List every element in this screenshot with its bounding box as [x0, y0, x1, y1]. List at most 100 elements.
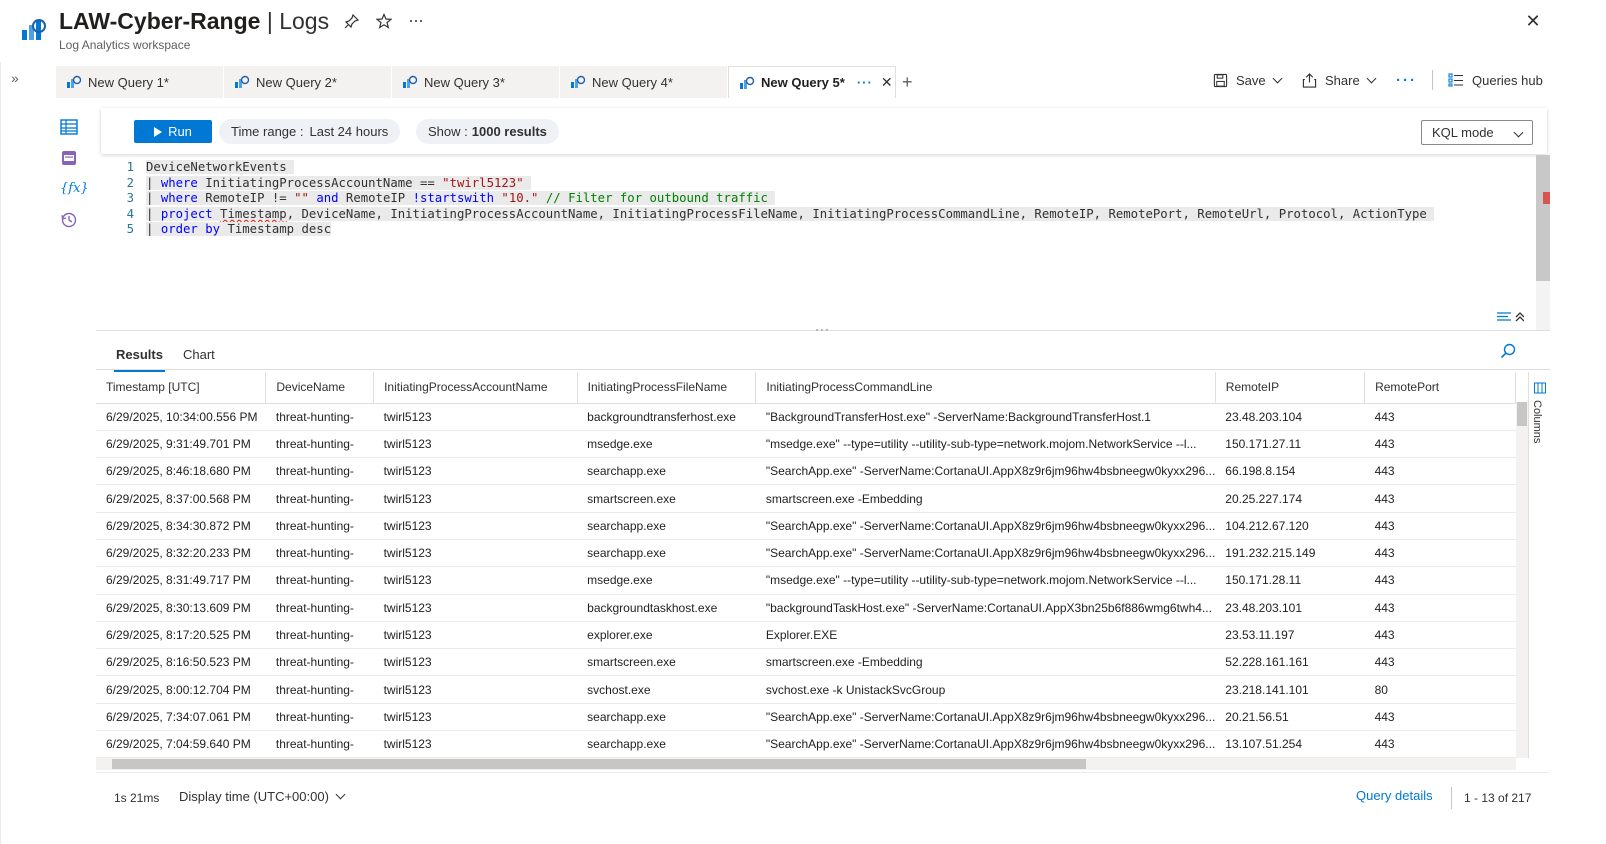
chevron-down-icon	[335, 789, 346, 800]
close-icon[interactable]: ✕	[1524, 12, 1542, 30]
scroll-thumb[interactable]	[112, 759, 1086, 769]
line-number: 5	[126, 222, 134, 236]
results-vertical-scrollbar[interactable]	[1516, 402, 1528, 758]
display-time-dropdown[interactable]: Display time (UTC+00:00)	[179, 789, 346, 804]
cell-devicename: threat-hunting-	[265, 730, 374, 758]
tab-new-query-3[interactable]: New Query 3*	[392, 66, 560, 98]
column-header-filename[interactable]: InitiatingProcessFileName	[577, 372, 757, 404]
table-row[interactable]: 6/29/2025, 7:04:59.640 PM threat-hunting-…	[96, 730, 1516, 758]
cell-devicename: threat-hunting-	[265, 484, 374, 513]
table-row[interactable]: 6/29/2025, 8:31:49.717 PM threat-hunting-…	[96, 566, 1516, 595]
tab-close-icon[interactable]: ✕	[881, 74, 893, 91]
queries-hub-icon	[1448, 73, 1463, 87]
search-icon[interactable]	[1500, 343, 1516, 359]
cell-remoteip: 20.25.227.174	[1215, 484, 1365, 513]
time-range-picker[interactable]: Time range : Last 24 hours	[219, 119, 401, 144]
share-button[interactable]: Share	[1302, 70, 1377, 90]
table-row[interactable]: 6/29/2025, 8:00:12.704 PM threat-hunting-…	[96, 675, 1516, 704]
cell-devicename: threat-hunting-	[265, 430, 374, 459]
cell-filename: searchapp.exe	[577, 457, 756, 486]
code-line-5: | order by Timestamp desc	[146, 222, 332, 236]
save-button[interactable]: Save	[1213, 70, 1283, 90]
queries-icon[interactable]	[60, 149, 80, 167]
cell-commandline: "SearchApp.exe" -ServerName:CortanaUI.Ap…	[755, 539, 1216, 568]
code-line-4: | project Timestamp, DeviceName, Initiat…	[146, 207, 1435, 221]
cell-devicename: threat-hunting-	[265, 403, 374, 431]
query-tab-icon	[403, 75, 418, 88]
cell-remoteport: 443	[1364, 621, 1516, 650]
table-row[interactable]: 6/29/2025, 8:30:13.609 PM threat-hunting-…	[96, 594, 1516, 622]
code-line-2: | where InitiatingProcessAccountName == …	[146, 176, 531, 190]
column-header-remoteip[interactable]: RemoteIP	[1215, 372, 1366, 404]
tab-new-query-1[interactable]: New Query 1*	[56, 66, 224, 98]
time-range-value: Last 24 hours	[309, 124, 389, 139]
pin-icon[interactable]	[343, 12, 361, 30]
cell-remoteport: 443	[1364, 594, 1516, 622]
splitter-handle-icon[interactable]: ···	[815, 322, 830, 336]
format-collapse-icon[interactable]	[1496, 309, 1525, 326]
table-row[interactable]: 6/29/2025, 8:37:00.568 PM threat-hunting-…	[96, 484, 1516, 513]
cell-remoteip: 150.171.27.11	[1215, 430, 1365, 459]
functions-icon[interactable]: {fx}	[60, 180, 89, 198]
history-icon[interactable]	[60, 211, 80, 229]
line-number: 3	[126, 191, 134, 205]
table-row[interactable]: 6/29/2025, 8:32:20.233 PM threat-hunting-…	[96, 539, 1516, 568]
column-header-timestamp[interactable]: Timestamp [UTC]	[96, 372, 267, 404]
table-row[interactable]: 6/29/2025, 8:34:30.872 PM threat-hunting-…	[96, 512, 1516, 540]
cell-filename: backgroundtaskhost.exe	[577, 594, 756, 622]
kql-mode-dropdown[interactable]: KQL mode	[1421, 120, 1533, 145]
queries-hub-label: Queries hub	[1472, 72, 1543, 88]
column-header-devicename[interactable]: DeviceName	[265, 372, 375, 404]
chevron-down-icon	[1513, 127, 1524, 138]
cell-filename: msedge.exe	[577, 430, 756, 459]
cell-filename: explorer.exe	[577, 621, 756, 650]
cell-accountname: twirl5123	[373, 621, 578, 650]
page-header: LAW-Cyber-Range | Logs Log Analytics wor…	[0, 0, 1606, 62]
cell-timestamp: 6/29/2025, 8:37:00.568 PM	[96, 484, 266, 513]
save-icon	[1213, 73, 1228, 87]
add-tab-icon[interactable]: +	[902, 72, 913, 93]
expand-nav-icon[interactable]: »	[11, 70, 19, 86]
column-header-commandline[interactable]: InitiatingProcessCommandLine	[755, 372, 1216, 404]
more-icon[interactable]	[407, 12, 425, 30]
tables-icon[interactable]	[60, 118, 80, 136]
columns-panel-toggle[interactable]: Columns	[1528, 372, 1550, 758]
table-row[interactable]: 6/29/2025, 9:31:49.701 PM threat-hunting-…	[96, 430, 1516, 459]
query-editor[interactable]: 1 2 3 4 5 DeviceNetworkEvents | where In…	[96, 155, 1550, 329]
star-icon[interactable]	[375, 12, 393, 30]
table-row[interactable]: 6/29/2025, 8:16:50.523 PM threat-hunting-…	[96, 648, 1516, 677]
page-subtitle: Log Analytics workspace	[59, 38, 191, 52]
cell-devicename: threat-hunting-	[265, 703, 374, 732]
cell-filename: msedge.exe	[577, 566, 756, 595]
columns-label: Columns	[1531, 400, 1543, 444]
results-horizontal-scrollbar[interactable]	[96, 758, 1516, 770]
line-number: 1	[126, 160, 134, 174]
cell-devicename: threat-hunting-	[265, 648, 374, 677]
queries-hub-button[interactable]: Queries hub	[1448, 70, 1543, 90]
table-row[interactable]: 6/29/2025, 7:34:07.061 PM threat-hunting-…	[96, 703, 1516, 732]
query-details-link[interactable]: Query details	[1356, 788, 1433, 803]
run-button[interactable]: Run	[134, 120, 212, 143]
tab-more-icon[interactable]: ···	[857, 75, 873, 90]
cell-filename: searchapp.exe	[577, 539, 756, 568]
tab-new-query-5[interactable]: New Query 5* ··· ✕	[728, 66, 896, 98]
show-results-picker[interactable]: Show : 1000 results	[416, 119, 559, 144]
tab-results[interactable]: Results	[114, 347, 165, 372]
toolbar-more-icon[interactable]: ···	[1396, 70, 1417, 90]
tab-new-query-4[interactable]: New Query 4*	[560, 66, 728, 98]
cell-remoteip: 23.48.203.104	[1215, 403, 1365, 431]
column-header-accountname[interactable]: InitiatingProcessAccountName	[373, 372, 578, 404]
scroll-thumb[interactable]	[1517, 402, 1527, 426]
cell-accountname: twirl5123	[373, 566, 578, 595]
editor-scroll-thumb[interactable]	[1536, 155, 1550, 281]
tab-label: New Query 3*	[424, 74, 505, 90]
column-header-remoteport[interactable]: RemotePort	[1364, 372, 1516, 404]
cell-accountname: twirl5123	[373, 484, 578, 513]
tab-new-query-2[interactable]: New Query 2*	[224, 66, 392, 98]
table-row[interactable]: 6/29/2025, 8:17:20.525 PM threat-hunting-…	[96, 621, 1516, 650]
cell-timestamp: 6/29/2025, 8:00:12.704 PM	[96, 675, 266, 704]
table-row[interactable]: 6/29/2025, 10:34:00.556 PM threat-hunting…	[96, 403, 1516, 431]
cell-accountname: twirl5123	[373, 430, 578, 459]
tab-chart[interactable]: Chart	[183, 347, 215, 362]
table-row[interactable]: 6/29/2025, 8:46:18.680 PM threat-hunting-…	[96, 457, 1516, 486]
